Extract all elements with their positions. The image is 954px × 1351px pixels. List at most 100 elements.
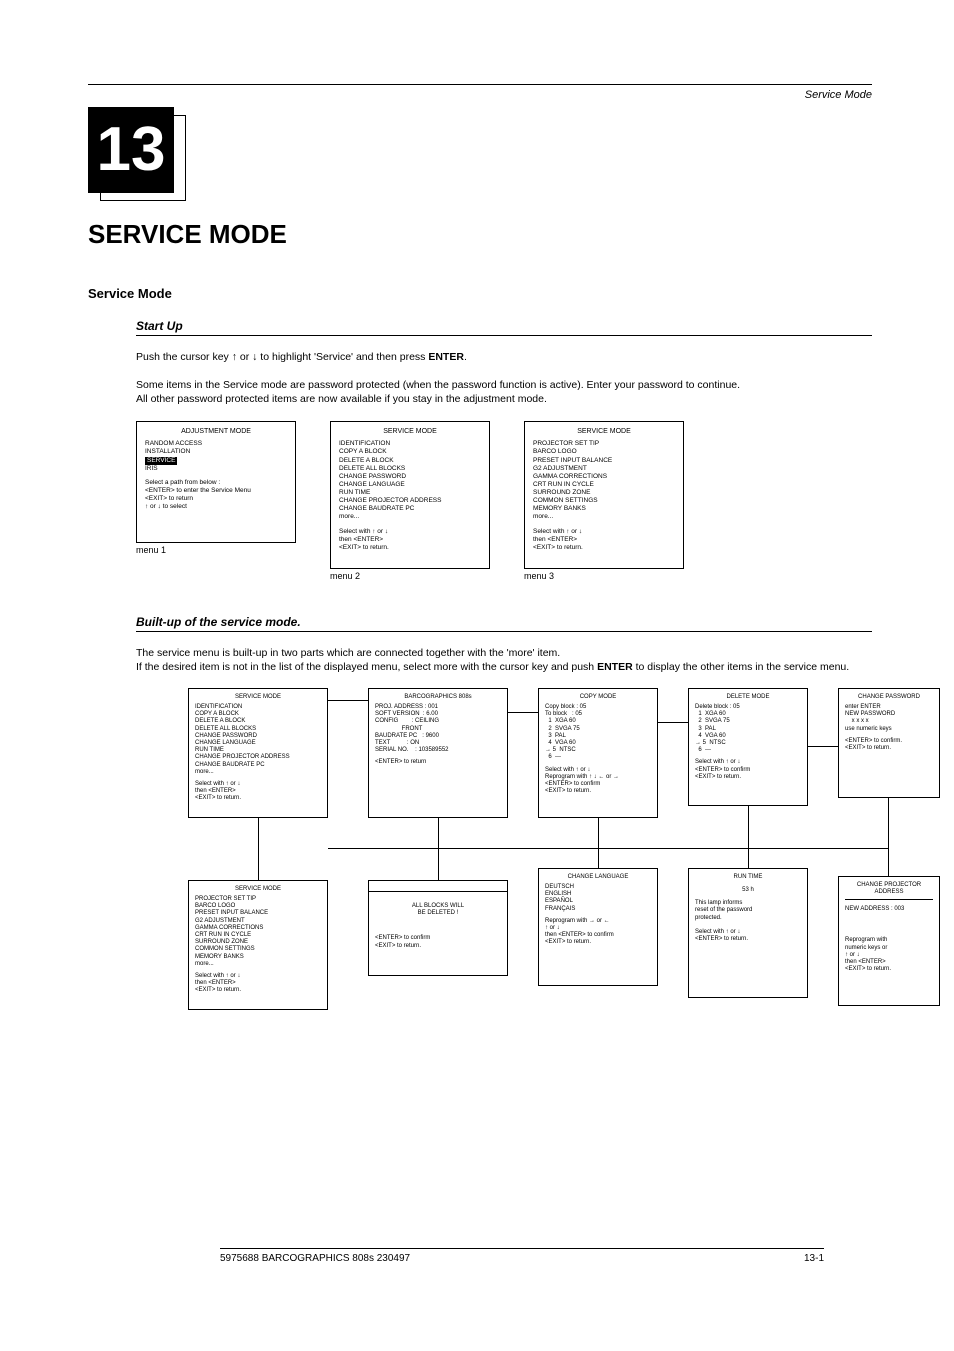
d-ident: BARCOGRAPHICS 808s PROJ. ADDRESS : 001SO… — [368, 688, 508, 818]
menu-row: 4 VGA 60 — [695, 733, 801, 740]
menu2-rows: IDENTIFICATIONCOPY A BLOCKDELETE A BLOCK… — [339, 440, 481, 521]
startup-p1: Push the cursor key ↑ or ↓ to highlight … — [136, 350, 872, 364]
menu-row: COPY A BLOCK — [195, 711, 321, 718]
menu3-rows: PROJECTOR SET TIPBARCO LOGOPRESET INPUT … — [533, 440, 675, 521]
builtup-p2: If the desired item is not in the list o… — [136, 660, 872, 674]
menu-row: DEUTSCH — [545, 884, 651, 891]
menu-row: → 5 NTSC — [545, 747, 651, 754]
menu-row: SOFT VERSION : 6.00 — [375, 711, 501, 718]
page-footer: 5975688 BARCOGRAPHICS 808s 230497 13-1 — [220, 1253, 824, 1264]
menu-row: 2 SVGA 75 — [695, 718, 801, 725]
conn — [328, 848, 888, 849]
menu-row: MEMORY BANKS — [533, 505, 675, 513]
menu-row: BE DELETED ! — [375, 910, 501, 917]
menu2-foot: Select with ↑ or ↓ then <ENTER> <EXIT> t… — [339, 528, 481, 552]
menu-row: BAUDRATE PC : 9600 — [375, 733, 501, 740]
running-header: Service Mode — [88, 89, 872, 101]
menu-row: DELETE A BLOCK — [339, 457, 481, 465]
menu3-wrap: SERVICE MODE PROJECTOR SET TIPBARCO LOGO… — [524, 421, 684, 581]
menu-trio: ADJUSTMENT MODE RANDOM ACCESSINSTALLATIO… — [136, 421, 872, 581]
menu-row: SURROUND ZONE — [195, 939, 321, 946]
conn — [748, 806, 749, 848]
menu-row: more... — [339, 513, 481, 521]
menu-row: 6 --- — [695, 747, 801, 754]
menu-row: CHANGE PROJECTOR ADDRESS — [195, 754, 321, 761]
menu-row: COPY A BLOCK — [339, 448, 481, 456]
menu-row: CHANGE PASSWORD — [339, 473, 481, 481]
menu-row: G2 ADJUSTMENT — [195, 918, 321, 925]
conn — [328, 700, 368, 701]
menu-row: NEW PASSWORD — [845, 711, 933, 718]
menu-row: FRONT — [375, 726, 501, 733]
builtup-rule — [136, 631, 872, 632]
d-copy: COPY MODE Copy block : 05To block : 05 1… — [538, 688, 658, 818]
service-diagram: SERVICE MODE IDENTIFICATIONCOPY A BLOCKD… — [136, 688, 872, 1088]
menu-row: COMMON SETTINGS — [533, 497, 675, 505]
menu-row: Copy block : 05 — [545, 704, 651, 711]
footer-area: 5975688 BARCOGRAPHICS 808s 230497 13-1 — [0, 1128, 954, 1304]
menu-row: IDENTIFICATION — [339, 440, 481, 448]
d-service2: SERVICE MODE PROJECTOR SET TIPBARCO LOGO… — [188, 880, 328, 1010]
footer-left: 5975688 BARCOGRAPHICS 808s 230497 — [220, 1253, 410, 1264]
d-language — [368, 880, 508, 892]
d-service1: SERVICE MODE IDENTIFICATIONCOPY A BLOCKD… — [188, 688, 328, 818]
menu3-caption: menu 3 — [524, 571, 684, 581]
menu2-caption: menu 2 — [330, 571, 490, 581]
menu-row: CHANGE LANGUAGE — [195, 740, 321, 747]
menu-row: SERVICE — [145, 457, 287, 465]
menu-row: 1 XGA 60 — [545, 718, 651, 725]
d-runtime: RUN TIME 53 h This lamp informs reset of… — [688, 868, 808, 998]
footer-rule — [220, 1248, 824, 1249]
menu-row: 2 SVGA 75 — [545, 726, 651, 733]
footer-right: 13-1 — [804, 1253, 824, 1264]
startup-body: Push the cursor key ↑ or ↓ to highlight … — [88, 350, 872, 407]
conn — [748, 848, 749, 868]
menu-row: 3 PAL — [695, 726, 801, 733]
builtup-p1: The service menu is built-up in two part… — [136, 646, 872, 660]
menu-row: BARCO LOGO — [195, 903, 321, 910]
menu-row: 1 XGA 60 — [695, 711, 801, 718]
menu-row: 6 --- — [545, 754, 651, 761]
menu-row: PROJECTOR SET TIP — [195, 896, 321, 903]
menu-row: x x x x — [845, 718, 933, 725]
menu-row: 53 h — [695, 887, 801, 894]
menu-row: G2 ADJUSTMENT — [533, 465, 675, 473]
menu-row: CHANGE BAUDRATE PC — [339, 505, 481, 513]
menu-row: PRESET INPUT BALANCE — [533, 457, 675, 465]
d-address: CHANGE PROJECTOR ADDRESS NEW ADDRESS : 0… — [838, 876, 940, 1006]
menu-row: CHANGE LANGUAGE — [339, 481, 481, 489]
menu-row: INSTALLATION — [145, 448, 287, 456]
page: Service Mode 13 SERVICE MODE Service Mod… — [0, 0, 954, 1128]
builtup-body: The service menu is built-up in two part… — [88, 646, 872, 674]
chapter-title: SERVICE MODE — [88, 219, 872, 250]
menu-row: FRANÇAIS — [545, 906, 651, 913]
conn — [808, 746, 838, 747]
menu-row: IDENTIFICATION — [195, 704, 321, 711]
builtup-heading: Built-up of the service mode. — [88, 615, 872, 629]
menu-row: DELETE A BLOCK — [195, 718, 321, 725]
menu-row: SERIAL NO. : 103589552 — [375, 747, 501, 754]
startup-rule — [136, 335, 872, 336]
chapter-number-badge: 13 — [88, 107, 174, 193]
menu-row: → 5 NTSC — [695, 740, 801, 747]
menu-row: 4 VGA 60 — [545, 740, 651, 747]
d-delete: DELETE MODE Delete block : 05 1 XGA 60 2… — [688, 688, 808, 806]
menu-row: MEMORY BANKS — [195, 954, 321, 961]
conn — [888, 798, 889, 848]
startup-p2: Some items in the Service mode are passw… — [136, 378, 872, 406]
d-lang: CHANGE LANGUAGE DEUTSCHENGLISHESPAÑOLFRA… — [538, 868, 658, 986]
conn — [598, 818, 599, 848]
menu2-box: SERVICE MODE IDENTIFICATIONCOPY A BLOCKD… — [330, 421, 490, 569]
d-deleteall: DELETE ALL BLOCKS ALL BLOCKS WILLBE DELE… — [368, 880, 508, 976]
menu1-rows: RANDOM ACCESSINSTALLATIONSERVICEIRIS — [145, 440, 287, 473]
d-pwd: CHANGE PASSWORD enter ENTERNEW PASSWORD … — [838, 688, 940, 798]
menu-row: RANDOM ACCESS — [145, 440, 287, 448]
menu-row: CHANGE BAUDRATE PC — [195, 762, 321, 769]
menu-row: IRIS — [145, 465, 287, 473]
conn — [438, 818, 439, 848]
menu3-box: SERVICE MODE PROJECTOR SET TIPBARCO LOGO… — [524, 421, 684, 569]
section-heading: Service Mode — [88, 286, 872, 301]
menu-row: use numeric keys — [845, 726, 933, 733]
conn — [258, 818, 259, 880]
menu-row: RUN TIME — [339, 489, 481, 497]
